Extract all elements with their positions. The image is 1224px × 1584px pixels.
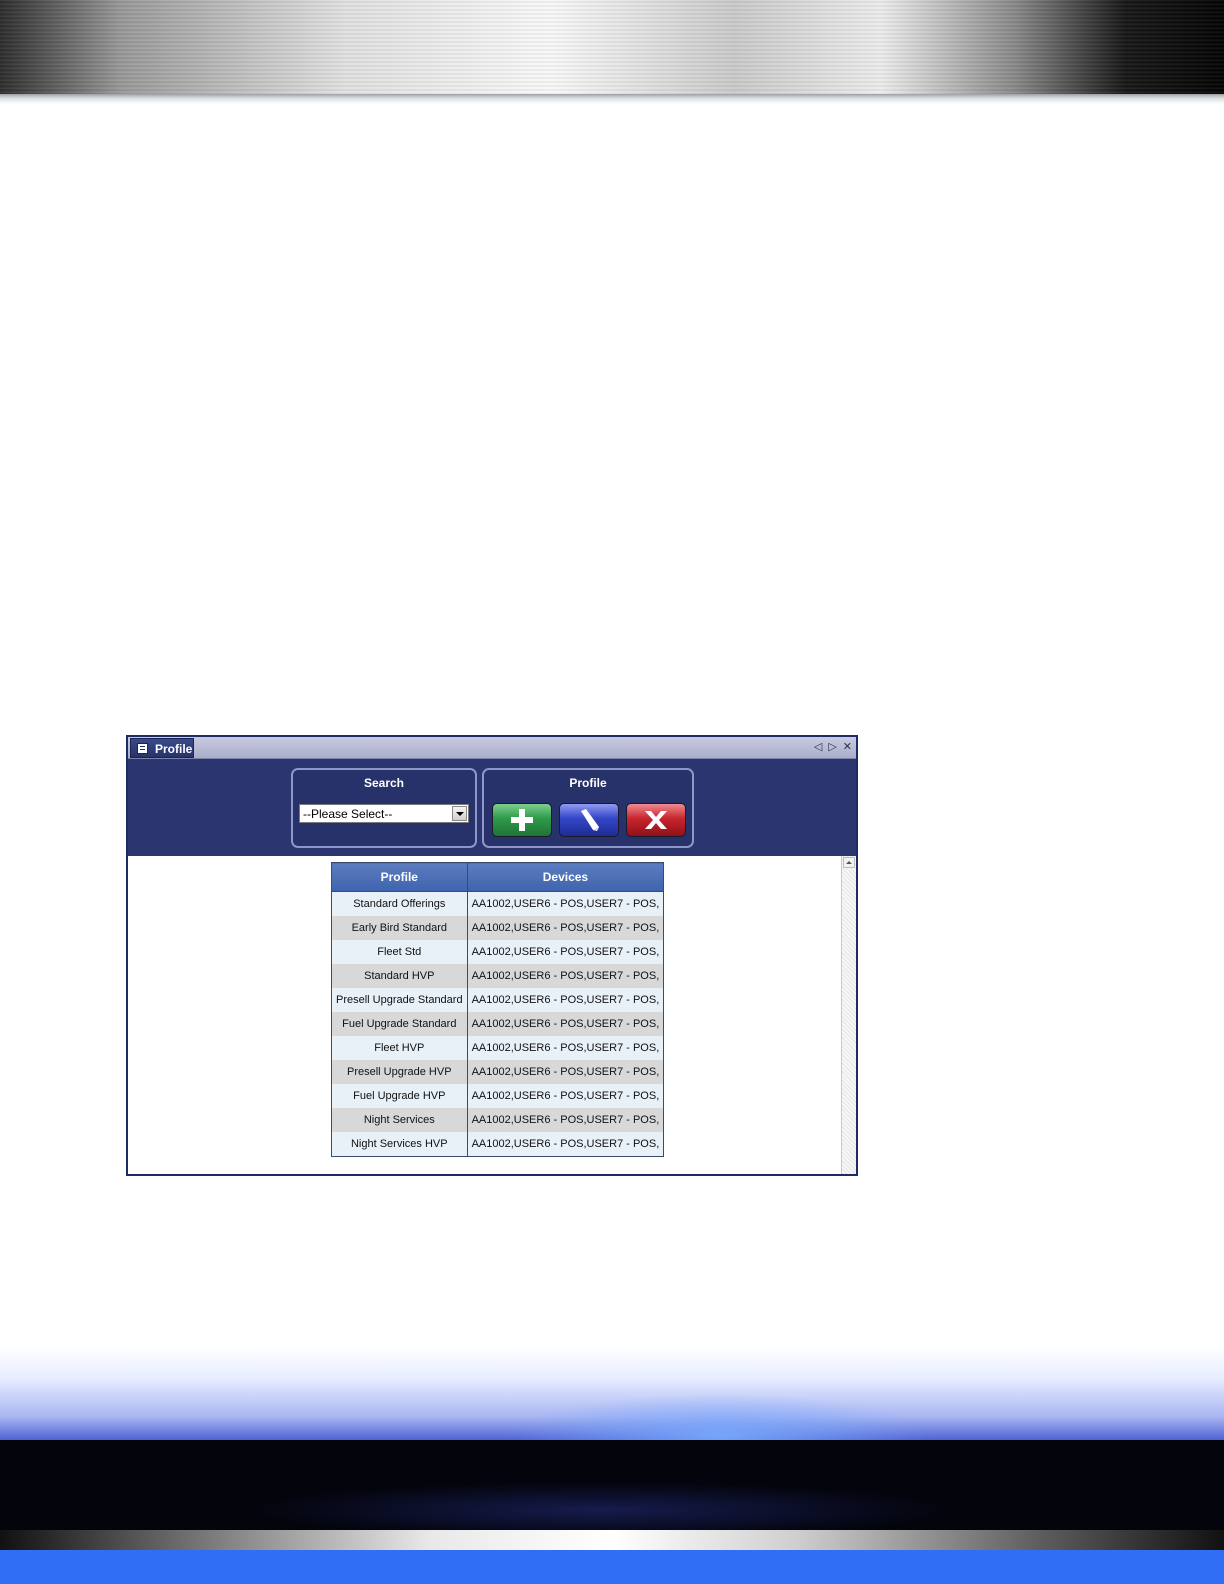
add-profile-button[interactable] [492,803,552,837]
search-group: Search --Please Select-- [291,768,477,848]
cell-profile: Fleet Std [331,940,468,964]
table-row[interactable]: Presell Upgrade HVP AA1002,USER6 - POS,U… [331,1060,665,1084]
table-row[interactable]: Early Bird Standard AA1002,USER6 - POS,U… [331,916,665,940]
table-row[interactable]: Fuel Upgrade HVP AA1002,USER6 - POS,USER… [331,1084,665,1108]
cell-devices: AA1002,USER6 - POS,USER7 - POS, [467,988,665,1012]
cell-profile: Standard Offerings [331,891,468,916]
cell-devices: AA1002,USER6 - POS,USER7 - POS, [467,1132,665,1157]
table-row[interactable]: Fleet Std AA1002,USER6 - POS,USER7 - POS… [331,940,665,964]
header-banner [0,0,1224,94]
search-select[interactable]: --Please Select-- [299,804,469,823]
table-row[interactable]: Fuel Upgrade Standard AA1002,USER6 - POS… [331,1012,665,1036]
cell-devices: AA1002,USER6 - POS,USER7 - POS, [467,1012,665,1036]
table-row[interactable]: Fleet HVP AA1002,USER6 - POS,USER7 - POS… [331,1036,665,1060]
header-divider [0,94,1224,104]
cell-devices: AA1002,USER6 - POS,USER7 - POS, [467,1060,665,1084]
column-header-devices[interactable]: Devices [466,862,665,892]
table-row[interactable]: Standard HVP AA1002,USER6 - POS,USER7 - … [331,964,665,988]
tab-profile[interactable]: Profile [130,738,194,758]
cell-profile: Night Services HVP [331,1132,468,1157]
profile-window-icon [137,743,148,754]
profile-actions-title: Profile [569,776,607,790]
table-row[interactable]: Night Services AA1002,USER6 - POS,USER7 … [331,1108,665,1132]
edit-profile-button[interactable] [559,803,619,837]
table-header-row: Profile Devices [331,862,665,892]
x-icon [645,811,667,829]
content-area: Profile Devices Standard Offerings AA100… [128,856,856,1174]
tab-profile-label: Profile [155,742,193,756]
profile-devices-table: Profile Devices Standard Offerings AA100… [331,862,665,1157]
toolbar: Search --Please Select-- Profile [128,759,856,856]
cell-devices: AA1002,USER6 - POS,USER7 - POS, [467,1036,665,1060]
table-row[interactable]: Standard Offerings AA1002,USER6 - POS,US… [331,891,665,916]
cell-profile: Standard HVP [331,964,468,988]
footer-glow-band [0,1346,1224,1440]
footer-metal-strip [0,1530,1224,1550]
table-row[interactable]: Night Services HVP AA1002,USER6 - POS,US… [331,1132,665,1157]
cell-devices: AA1002,USER6 - POS,USER7 - POS, [467,964,665,988]
cell-profile: Early Bird Standard [331,916,468,940]
window-tab-bar: Profile ◁ ▷ ✕ [128,737,856,759]
cell-profile: Presell Upgrade HVP [331,1060,468,1084]
delete-profile-button[interactable] [626,803,686,837]
cell-devices: AA1002,USER6 - POS,USER7 - POS, [467,1108,665,1132]
plus-icon [511,809,533,831]
chevron-down-icon[interactable] [452,806,467,821]
column-header-profile[interactable]: Profile [331,862,468,892]
close-icon[interactable]: ✕ [843,739,852,756]
search-title: Search [363,776,405,790]
cell-profile: Fuel Upgrade Standard [331,1012,468,1036]
scroll-up-icon[interactable] [843,857,855,868]
tab-controls: ◁ ▷ ✕ [814,739,852,756]
footer-blue-bar [0,1550,1224,1584]
cell-devices: AA1002,USER6 - POS,USER7 - POS, [467,940,665,964]
cell-profile: Fleet HVP [331,1036,468,1060]
cell-devices: AA1002,USER6 - POS,USER7 - POS, [467,891,665,916]
cell-devices: AA1002,USER6 - POS,USER7 - POS, [467,1084,665,1108]
cell-devices: AA1002,USER6 - POS,USER7 - POS, [467,916,665,940]
vertical-scrollbar[interactable] [841,856,856,1174]
footer-dark-band [0,1440,1224,1530]
profile-window: Profile ◁ ▷ ✕ Search --Please Select-- P… [126,735,858,1176]
cell-profile: Night Services [331,1108,468,1132]
pencil-icon [581,809,599,831]
scroll-right-icon[interactable]: ▷ [828,739,836,756]
scroll-left-icon[interactable]: ◁ [814,739,822,756]
cell-profile: Fuel Upgrade HVP [331,1084,468,1108]
cell-profile: Presell Upgrade Standard [331,988,468,1012]
table-row[interactable]: Presell Upgrade Standard AA1002,USER6 - … [331,988,665,1012]
profile-actions-group: Profile [482,768,694,848]
search-select-value: --Please Select-- [303,807,393,821]
